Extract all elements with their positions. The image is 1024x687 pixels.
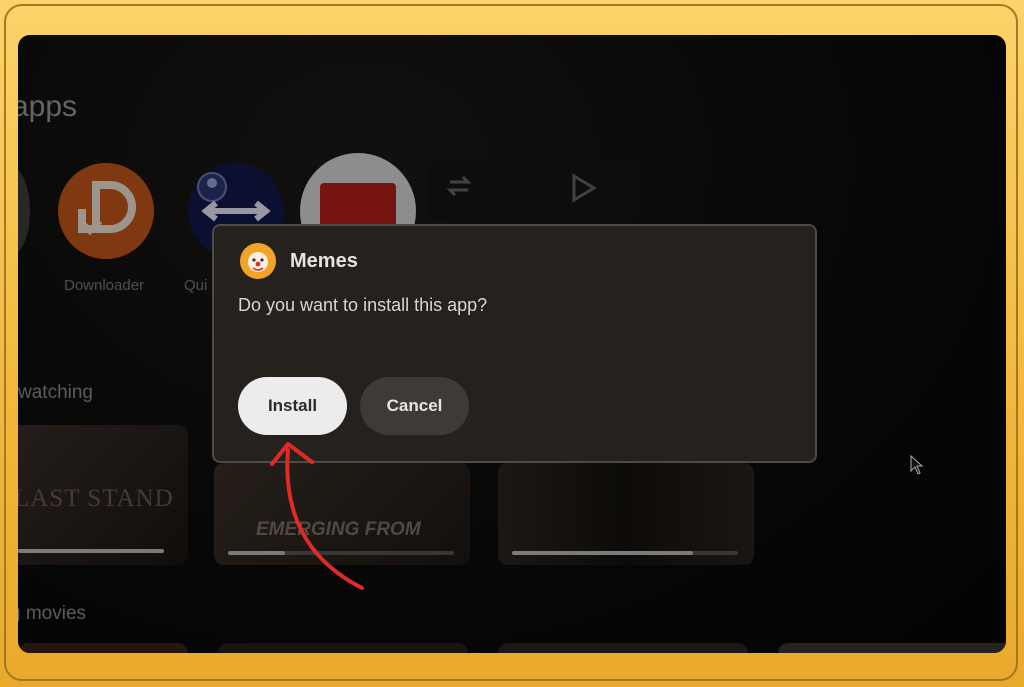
dialog-question: Do you want to install this app? bbox=[238, 295, 488, 315]
install-dialog: Memes Do you want to install this app? I… bbox=[212, 224, 817, 463]
dialog-app-name: Memes bbox=[290, 250, 358, 272]
mouse-cursor-icon bbox=[910, 455, 924, 475]
annotation-arrow-icon bbox=[270, 442, 364, 590]
memes-clown-icon bbox=[240, 243, 276, 279]
cancel-button[interactable]: Cancel bbox=[360, 377, 469, 435]
install-button[interactable]: Install bbox=[238, 377, 347, 435]
